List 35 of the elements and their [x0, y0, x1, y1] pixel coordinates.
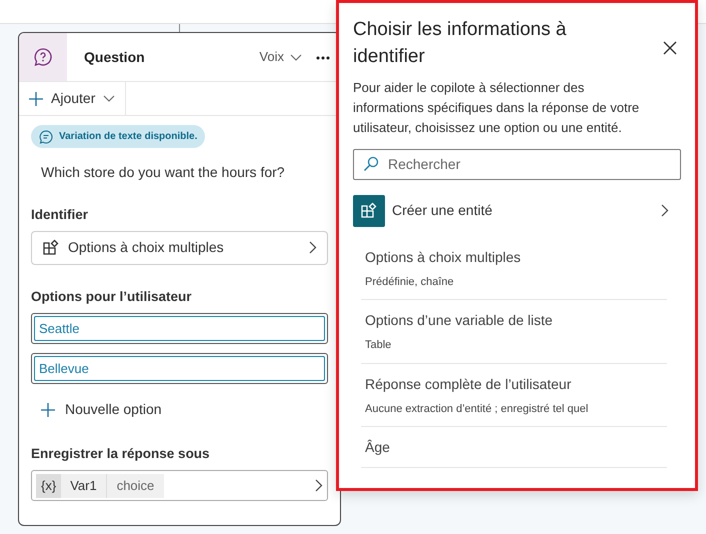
- entity-icon: [42, 238, 60, 257]
- variable-selector[interactable]: {x} Var1 choice: [31, 470, 328, 502]
- plus-icon: [29, 92, 43, 106]
- chevron-down-icon: [290, 54, 302, 60]
- search-field[interactable]: Rechercher: [353, 148, 681, 180]
- variable-icon-text: {x}: [36, 474, 62, 498]
- entity-option[interactable]: Options à choix multiples Prédéfinie, chaîne: [361, 236, 667, 300]
- chevron-right-icon: [315, 479, 323, 492]
- message-icon: [39, 130, 53, 144]
- chevron-down-icon: [103, 95, 116, 102]
- panel-description: Pour aider le copilote à sélectionner des informations spécifiques dans la réponse de votre utilisateur, choisissez une option ou une entité.: [353, 79, 640, 138]
- search-icon: [363, 156, 379, 172]
- entity-option[interactable]: Réponse complète de l’utilisateur Aucune extraction d’entité ; enregistré tel quel: [361, 364, 667, 428]
- variation-badge: Variation de texte disponible.: [31, 125, 206, 148]
- question-message: Which store do you want the hours for?: [41, 162, 286, 182]
- entity-option[interactable]: Options d’une variable de liste Table: [361, 300, 667, 364]
- add-dropdown[interactable]: Ajouter: [19, 82, 126, 116]
- save-response-label: Enregistrer la réponse sous: [31, 445, 211, 463]
- option-input[interactable]: Seattle: [34, 316, 325, 341]
- chevron-right-icon: [309, 241, 317, 254]
- voice-dropdown[interactable]: Voix: [255, 47, 306, 67]
- options-label: Options pour l’utilisateur: [31, 288, 193, 306]
- new-option-button[interactable]: Nouvelle option: [31, 393, 172, 426]
- entity-option[interactable]: Âge: [361, 427, 667, 468]
- chevron-right-icon: [661, 204, 669, 218]
- identify-label: Identifier: [31, 206, 90, 224]
- option-input[interactable]: Bellevue: [34, 356, 325, 381]
- plus-icon: [41, 402, 55, 416]
- entity-icon: [360, 202, 378, 220]
- create-entity-item[interactable]: Créer une entité: [353, 194, 681, 227]
- variable-type: choice: [106, 474, 164, 498]
- node-title: Question: [84, 48, 146, 67]
- identify-selector[interactable]: Options à choix multiples: [31, 230, 328, 265]
- variable-name: Var1: [69, 477, 98, 495]
- panel-title: Choisir les informations à identifier: [353, 18, 568, 69]
